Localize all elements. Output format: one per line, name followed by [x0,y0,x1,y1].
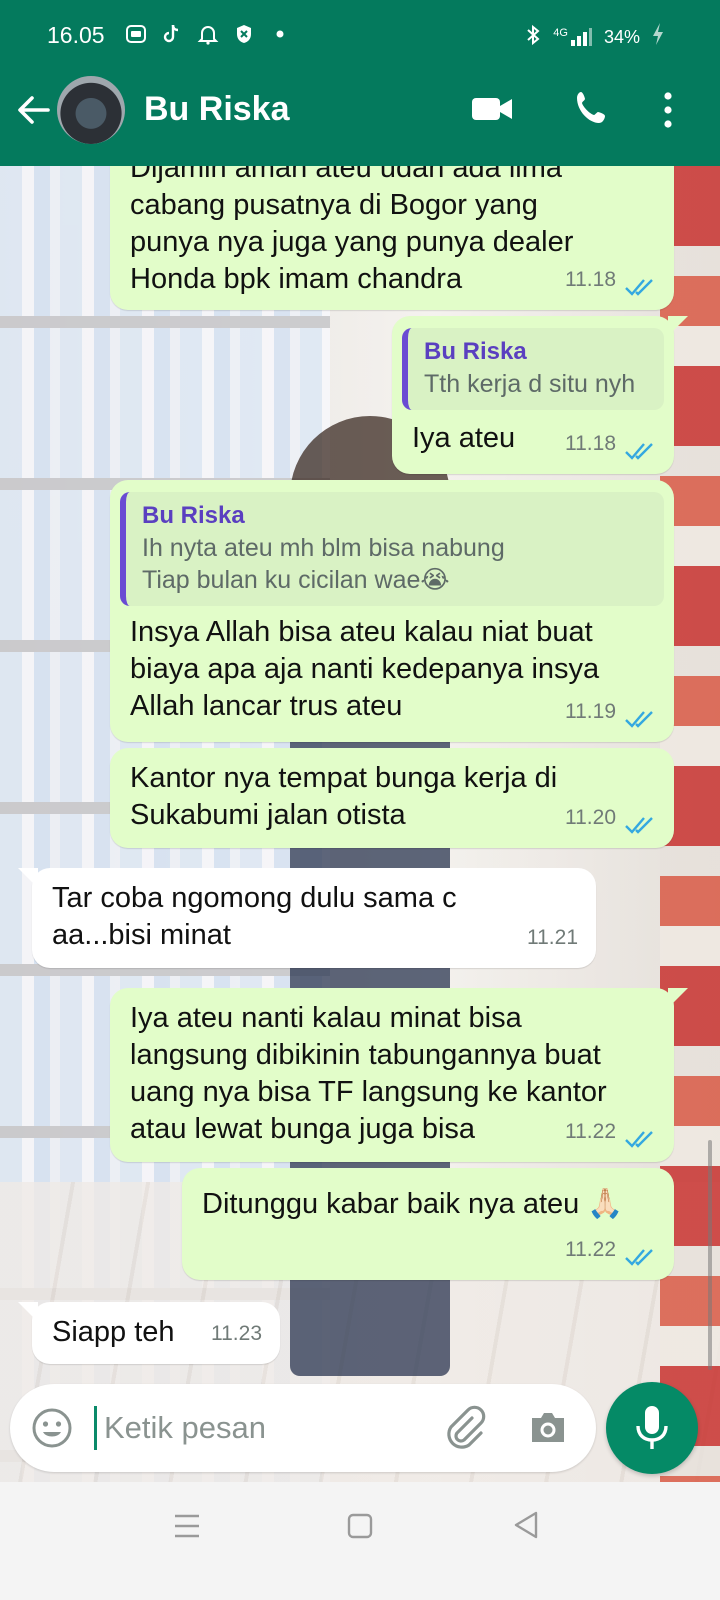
quoted-message[interactable]: Bu Riska Ih nyta ateu mh blm bisa nabung… [120,492,664,606]
message-time: 11.23 [211,1322,262,1345]
message-text-line: Ditunggu kabar baik nya ateu 🙏🏻 [202,1188,624,1220]
message-time: 11.18 [565,268,616,291]
signal-icon: 4G [553,27,592,47]
message-input[interactable] [104,1402,424,1454]
message-outgoing[interactable]: Iya ateu nanti kalau minat bisa langsung… [110,988,688,1162]
read-ticks-icon [625,711,653,728]
bubble-tail [668,316,688,336]
bubble-tail [18,1302,38,1322]
message-text-line: biaya apa aja nanti kedepanya insya [130,653,600,685]
message-time: 11.22 [565,1238,616,1261]
back-arrow-icon[interactable] [14,90,54,130]
contact-name[interactable]: Bu Riska [144,90,290,129]
read-ticks-icon [625,817,653,834]
quoted-text-line: Ih nyta ateu mh blm bisa nabung [142,534,505,562]
quoted-text-line: Tth kerja d situ nyh [424,370,636,398]
voice-call-icon[interactable] [572,88,612,128]
message-text-line: Iya ateu [412,422,516,454]
more-options-icon[interactable] [660,90,676,130]
battery-percentage: 34% [603,26,640,47]
home-icon[interactable] [346,1512,374,1540]
read-ticks-icon [625,443,653,460]
message-text-line: cabang pusatnya di Bogor yang [130,189,538,221]
message-text-line: langsung dibikinin tabungannya buat [130,1039,601,1071]
battery-charging-icon [652,22,664,52]
message-time: 11.19 [565,700,616,723]
system-navigation-bar [0,1482,720,1600]
message-text-line: punya nya juga yang punya dealer [130,226,574,258]
browser-icon [124,22,148,46]
message-outgoing-reply[interactable]: Bu Riska Tth kerja d situ nyh Iya ateu 1… [392,316,688,474]
app-top-bar: 16.05 4G 34% Bu Riska [0,0,720,166]
mic-icon [636,1406,668,1449]
status-notification-icons [124,22,292,46]
message-time: 11.20 [565,806,616,829]
message-time: 11.21 [527,926,578,949]
message-text-line: Insya Allah bisa ateu kalau niat buat [130,616,593,648]
read-ticks-icon [625,1131,653,1148]
bell-icon [196,22,220,46]
message-incoming[interactable]: Tar coba ngomong dulu sama c aa...bisi m… [18,868,596,968]
bluetooth-icon [525,24,541,51]
bubble-tail [18,868,38,888]
message-outgoing[interactable]: Kantor nya tempat bunga kerja di Sukabum… [110,748,674,848]
video-call-icon[interactable] [470,92,514,126]
shield-icon [232,22,256,46]
quoted-sender: Bu Riska [424,338,527,365]
message-text-line: Iya ateu nanti kalau minat bisa [130,1002,522,1034]
text-cursor [94,1406,97,1450]
back-icon[interactable] [512,1510,540,1540]
network-type: 4G [553,27,568,39]
message-outgoing-reply[interactable]: Bu Riska Ih nyta ateu mh blm bisa nabung… [110,480,674,742]
message-incoming[interactable]: Siapp teh 11.23 [18,1302,280,1364]
chat-header: Bu Riska [0,72,720,162]
bubble-tail [668,988,688,1008]
message-text-line: uang nya bisa TF langsung ke kantor [130,1076,607,1108]
quoted-text-line: Tiap bulan ku cicilan wae😭 [142,566,450,594]
emoji-icon[interactable] [30,1406,74,1450]
message-text-line: Tar coba ngomong dulu sama c [52,882,457,914]
message-text-line: Kantor nya tempat bunga kerja di [130,762,558,794]
message-time: 11.22 [565,1120,616,1143]
read-ticks-icon [625,1249,653,1266]
read-ticks-icon [625,279,653,296]
quoted-sender: Bu Riska [142,502,245,529]
tiktok-icon [160,22,184,46]
chat-scrollbar[interactable] [708,1140,712,1370]
message-text-line: aa...bisi minat [52,919,231,951]
contact-avatar[interactable] [57,76,125,144]
status-system-icons: 4G 34% [525,22,664,52]
message-outgoing[interactable]: Ditunggu kabar baik nya ateu 🙏🏻 11.22 [182,1168,674,1280]
status-bar: 16.05 4G 34% [0,0,720,70]
quoted-message[interactable]: Bu Riska Tth kerja d situ nyh [402,328,664,410]
camera-icon[interactable] [526,1406,570,1450]
recent-apps-icon[interactable] [173,1513,201,1539]
voice-message-button[interactable] [606,1382,698,1474]
message-time: 11.18 [565,432,616,455]
status-time: 16.05 [47,22,105,48]
message-composer [10,1384,596,1472]
attach-icon[interactable] [442,1404,488,1450]
dot-icon [268,22,292,46]
